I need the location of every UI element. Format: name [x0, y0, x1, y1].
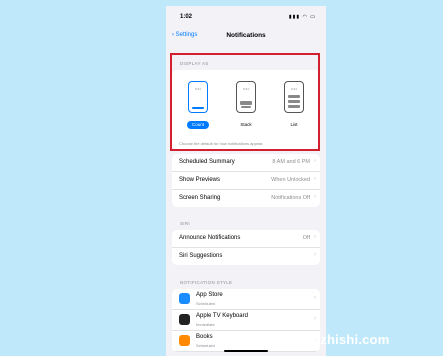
- status-icons: ▮▮▮ ◠ ▭: [289, 14, 316, 20]
- show-previews-row[interactable]: Show Previews When Unlocked ›: [172, 172, 320, 190]
- screen-sharing-row[interactable]: Screen Sharing Notifications Off ›: [172, 190, 320, 207]
- siri-card: Announce Notifications Off › Siri Sugges…: [172, 230, 320, 265]
- app-row-app-store[interactable]: App Store Scheduled ›: [172, 289, 320, 310]
- signal-icon: ▮▮▮: [288, 14, 301, 20]
- watermark: jonmazhishi.com: [281, 332, 390, 347]
- status-bar: 1:02 ▮▮▮ ◠ ▭: [166, 6, 326, 28]
- settings-group-card: Scheduled Summary 8 AM and 6 PM › Show P…: [172, 154, 320, 207]
- app-store-icon: [179, 293, 190, 304]
- chevron-right-icon: ›: [314, 176, 316, 182]
- home-indicator: [224, 350, 268, 352]
- announce-notifications-row[interactable]: Announce Notifications Off ›: [172, 230, 320, 248]
- chevron-right-icon: ›: [314, 252, 316, 258]
- section-label-siri: SIRI: [180, 221, 190, 226]
- app-row-apple-tv-keyboard[interactable]: Apple TV Keyboard Immediate ›: [172, 310, 320, 331]
- chevron-right-icon: ›: [314, 316, 316, 322]
- page-title: Notifications: [226, 32, 266, 39]
- status-time: 1:02: [180, 14, 193, 20]
- books-icon: [179, 335, 190, 346]
- chevron-right-icon: ›: [314, 295, 316, 301]
- wifi-icon: ◠: [302, 14, 308, 20]
- chevron-right-icon: ›: [314, 234, 316, 240]
- tv-keyboard-icon: [179, 314, 190, 325]
- highlight-box: [170, 53, 320, 151]
- siri-suggestions-row[interactable]: Siri Suggestions ›: [172, 248, 320, 265]
- nav-bar: ‹ Settings Notifications: [166, 30, 326, 48]
- battery-icon: ▭: [310, 14, 316, 20]
- scheduled-summary-row[interactable]: Scheduled Summary 8 AM and 6 PM ›: [172, 154, 320, 172]
- chevron-right-icon: ›: [314, 194, 316, 200]
- section-label-notification-style: NOTIFICATION STYLE: [180, 280, 233, 285]
- chevron-right-icon: ›: [314, 158, 316, 164]
